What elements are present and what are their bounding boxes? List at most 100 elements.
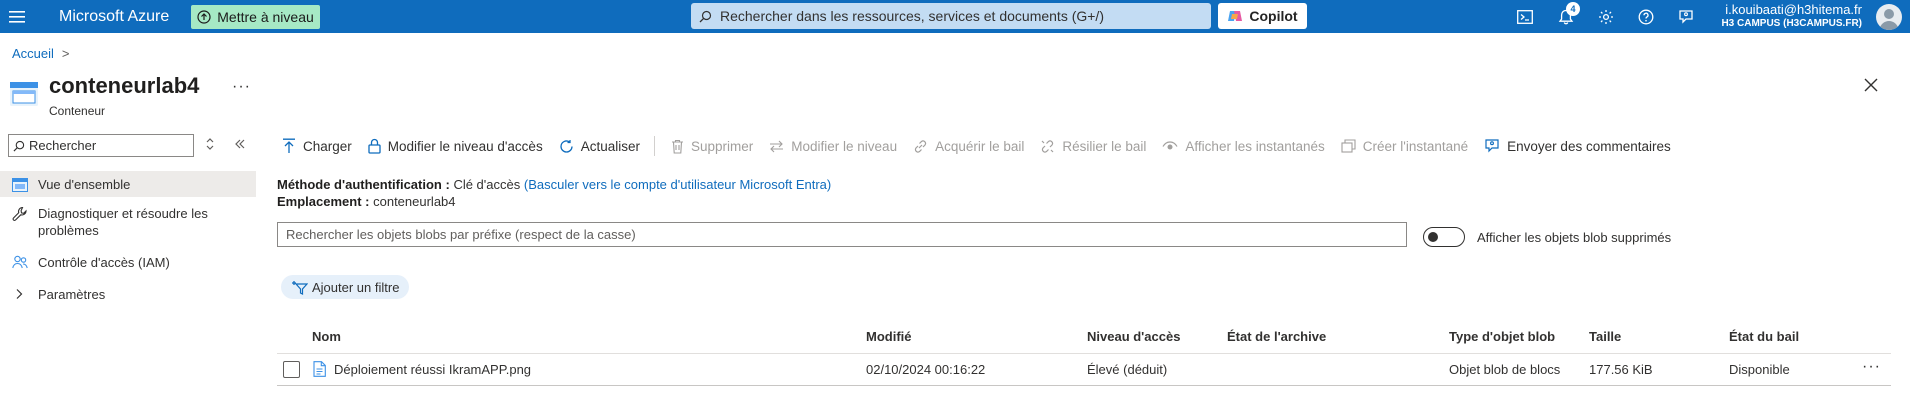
- command-bar: Charger Modifier le niveau d'accès Actua…: [282, 135, 1687, 157]
- search-icon: [13, 140, 25, 152]
- column-header-size[interactable]: Taille: [1589, 329, 1621, 344]
- copy-icon: [1341, 139, 1356, 153]
- column-header-blob-type[interactable]: Type d'objet blob: [1449, 329, 1555, 344]
- refresh-icon: [559, 139, 574, 154]
- auth-method-value: Clé d'accès: [453, 177, 521, 192]
- change-tier-button[interactable]: Modifier le niveau: [769, 139, 897, 154]
- swap-arrows-icon: [769, 140, 784, 153]
- sidebar-item-iam[interactable]: Contrôle d'accès (IAM): [0, 254, 256, 274]
- sidebar-search-input[interactable]: Rechercher: [8, 134, 194, 157]
- view-snapshots-label: Afficher les instantanés: [1185, 138, 1325, 154]
- settings-gear-icon[interactable]: [1586, 0, 1626, 33]
- page-title: conteneurlab4: [49, 73, 200, 98]
- cell-modified: 02/10/2024 00:16:22: [866, 362, 986, 377]
- add-filter-button[interactable]: Ajouter un filtre: [281, 275, 410, 299]
- page-subtitle: Conteneur: [49, 104, 106, 118]
- trash-icon: [671, 139, 684, 154]
- menu-icon[interactable]: [2, 0, 32, 33]
- add-filter-label: Ajouter un filtre: [312, 279, 400, 295]
- column-header-archive-state[interactable]: État de l'archive: [1227, 329, 1326, 344]
- change-tier-label: Modifier le niveau: [791, 138, 898, 154]
- refresh-button[interactable]: Actualiser: [559, 139, 640, 154]
- copilot-button[interactable]: Copilot: [1218, 3, 1307, 29]
- switch-to-entra-link[interactable]: (Basculer vers le compte d'utilisateur M…: [524, 177, 831, 192]
- blob-name-link[interactable]: Déploiement réussi IkramAPP.png: [334, 362, 531, 377]
- delete-label: Supprimer: [690, 138, 754, 154]
- cell-blob-type: Objet blob de blocs: [1449, 362, 1561, 377]
- help-icon[interactable]: [1626, 0, 1666, 33]
- brand-title[interactable]: Microsoft Azure: [59, 8, 169, 26]
- eye-icon: [1162, 140, 1178, 152]
- change-access-level-button[interactable]: Modifier le niveau d'accès: [368, 138, 543, 154]
- feedback-person-icon: [1484, 138, 1500, 154]
- breadcrumb-separator: >: [61, 46, 70, 61]
- global-search-input[interactable]: Rechercher dans les ressources, services…: [691, 3, 1211, 29]
- blob-prefix-search-input[interactable]: Rechercher les objets blobs par préfixe …: [277, 222, 1407, 247]
- upload-button[interactable]: Charger: [282, 138, 352, 154]
- cell-size: 177.56 KiB: [1589, 362, 1653, 377]
- break-lease-button[interactable]: Résilier le bail: [1040, 139, 1146, 154]
- add-filter-icon: [291, 280, 308, 295]
- broken-link-icon: [1040, 139, 1055, 154]
- row-more-options-button[interactable]: ···: [1862, 358, 1881, 376]
- location-value: conteneurlab4: [373, 194, 456, 209]
- cell-access-tier: Élevé (déduit): [1087, 362, 1168, 377]
- breadcrumb: Accueil >: [12, 46, 70, 61]
- more-options-button[interactable]: ···: [232, 78, 251, 96]
- sidebar-item-label: Contrôle d'accès (IAM): [38, 255, 170, 270]
- notifications-icon[interactable]: 4: [1546, 0, 1586, 33]
- acquire-lease-label: Acquérir le bail: [935, 138, 1025, 154]
- sort-icon[interactable]: [205, 137, 215, 151]
- show-deleted-blobs-toggle[interactable]: [1423, 227, 1465, 247]
- sidebar-search-placeholder: Rechercher: [29, 138, 97, 153]
- sidebar-item-label: Vue d'ensemble: [38, 176, 131, 192]
- break-lease-label: Résilier le bail: [1062, 138, 1147, 154]
- container-icon: [10, 82, 38, 106]
- sidebar-item-overview[interactable]: Vue d'ensemble: [0, 171, 256, 197]
- link-icon: [913, 139, 928, 154]
- change-access-level-label: Modifier le niveau d'accès: [387, 138, 543, 154]
- overview-icon: [12, 177, 30, 192]
- upgrade-label: Mettre à niveau: [217, 8, 314, 25]
- delete-button[interactable]: Supprimer: [671, 139, 753, 154]
- sidebar-item-label: Paramètres: [38, 287, 106, 302]
- cell-lease-state: Disponible: [1729, 362, 1790, 377]
- location-line: Emplacement : conteneurlab4: [277, 194, 456, 209]
- upgrade-button[interactable]: Mettre à niveau: [191, 4, 320, 29]
- sidebar-item-settings[interactable]: Paramètres: [0, 286, 256, 306]
- view-snapshots-button[interactable]: Afficher les instantanés: [1162, 138, 1325, 154]
- account-menu[interactable]: i.kouibaati@h3hitema.fr H3 CAMPUS (H3CAM…: [1721, 2, 1862, 30]
- lock-icon: [368, 138, 381, 154]
- search-icon: [699, 10, 712, 23]
- create-snapshot-button[interactable]: Créer l'instantané: [1341, 139, 1468, 154]
- copilot-label: Copilot: [1249, 8, 1298, 24]
- cloud-shell-icon[interactable]: [1505, 0, 1545, 33]
- acquire-lease-button[interactable]: Acquérir le bail: [913, 139, 1024, 154]
- column-header-name[interactable]: Nom: [312, 329, 341, 344]
- auth-method-label: Méthode d'authentification :: [277, 177, 450, 192]
- refresh-label: Actualiser: [580, 138, 640, 154]
- feedback-icon[interactable]: [1666, 0, 1706, 33]
- copilot-icon: [1227, 8, 1243, 24]
- upgrade-arrow-icon: [197, 9, 211, 24]
- auth-method-line: Méthode d'authentification : Clé d'accès…: [277, 177, 831, 192]
- toolbar-divider: [653, 136, 655, 156]
- breadcrumb-home-link[interactable]: Accueil: [12, 46, 54, 61]
- column-header-lease-state[interactable]: État du bail: [1729, 329, 1799, 344]
- show-deleted-blobs-label: Afficher les objets blob supprimés: [1477, 230, 1672, 245]
- close-icon[interactable]: [1864, 78, 1878, 92]
- row-checkbox[interactable]: [283, 361, 300, 378]
- account-org: H3 CAMPUS (H3CAMPUS.FR): [1721, 18, 1862, 29]
- avatar[interactable]: [1876, 4, 1902, 30]
- collapse-sidebar-icon[interactable]: [234, 137, 246, 151]
- send-feedback-button[interactable]: Envoyer des commentaires: [1484, 138, 1671, 154]
- blob-search-placeholder: Rechercher les objets blobs par préfixe …: [286, 227, 636, 242]
- table-divider: [277, 353, 1891, 354]
- column-header-modified[interactable]: Modifié: [866, 329, 912, 344]
- sidebar-item-label: Diagnostiquer et résoudre les problèmes: [38, 206, 208, 238]
- table-row-divider: [277, 385, 1891, 386]
- sidebar-item-diagnose[interactable]: Diagnostiquer et résoudre les problèmes: [0, 205, 256, 241]
- wrench-icon: [12, 206, 30, 222]
- column-header-access-tier[interactable]: Niveau d'accès: [1087, 329, 1180, 344]
- people-icon: [12, 255, 30, 269]
